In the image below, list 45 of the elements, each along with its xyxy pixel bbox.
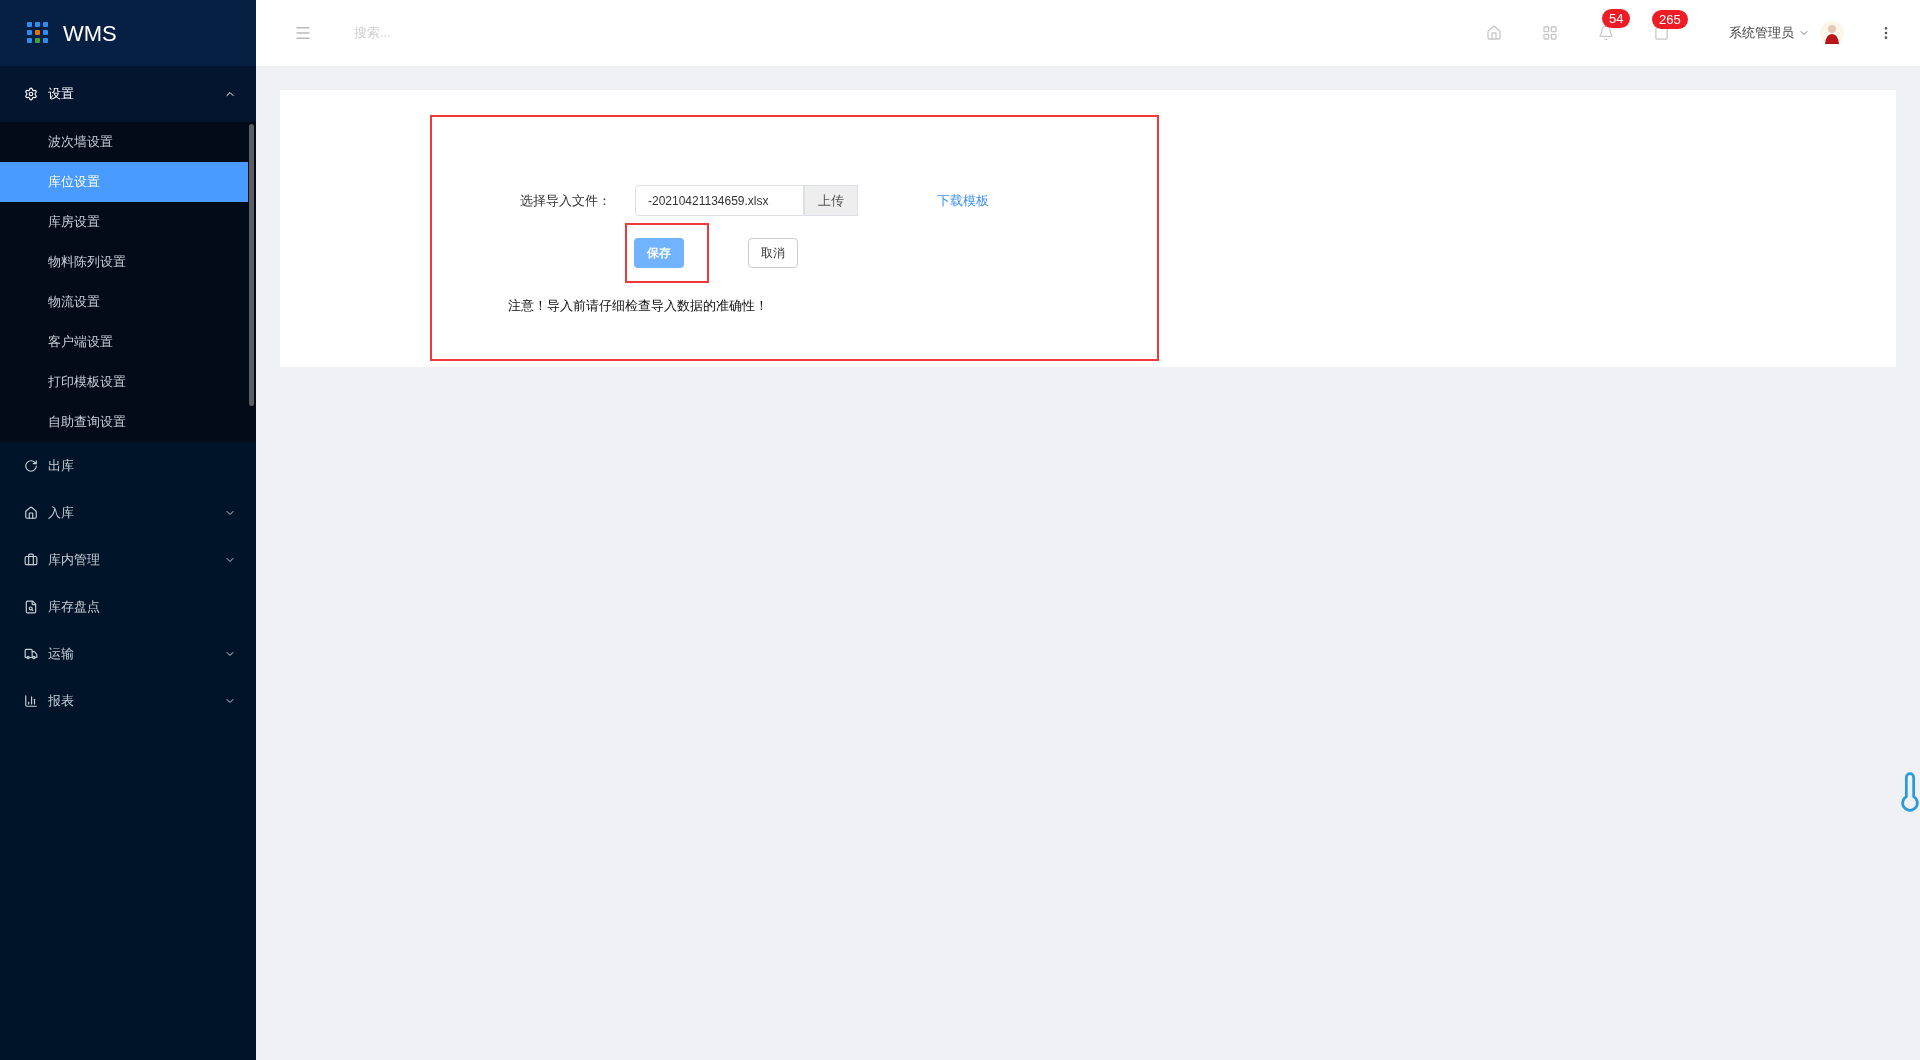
sidebar-item-label: 设置 [48, 85, 75, 104]
submenu-item[interactable]: 波次墙设置 [0, 122, 256, 162]
warning-note: 注意！导入前请仔细检查导入数据的准确性！ [508, 297, 769, 315]
sidebar-item-label: 出库 [48, 456, 75, 475]
bell-icon[interactable] [1598, 25, 1614, 41]
sidebar-item-label: 运输 [48, 644, 75, 663]
avatar-icon[interactable] [1820, 21, 1844, 45]
sidebar-item-label: 报表 [48, 691, 75, 710]
field-label: 选择导入文件： [520, 191, 612, 210]
submenu-item[interactable]: 物流设置 [0, 282, 256, 322]
sidebar-item[interactable]: 出库 [0, 442, 256, 489]
sidebar-item[interactable]: 库存盘点 [0, 583, 256, 630]
truck-icon [24, 646, 38, 661]
briefcase-icon [24, 552, 38, 567]
file-search-icon [24, 599, 38, 614]
sidebar-item[interactable]: 入库 [0, 489, 256, 536]
grid-logo-icon [27, 22, 49, 44]
submenu-item[interactable]: 客户端设置 [0, 322, 256, 362]
message-count: 265 [1652, 9, 1688, 29]
app-name: WMS [63, 19, 117, 48]
sidebar-item-label: 入库 [48, 503, 75, 522]
menu-icon[interactable] [294, 24, 312, 42]
settings-icon [24, 87, 38, 101]
sidebar-item[interactable]: 报表 [0, 677, 256, 724]
message-icon[interactable] [1654, 25, 1669, 41]
submenu-item[interactable]: 自助查询设置 [0, 402, 256, 442]
sidebar-item[interactable]: 设置 [0, 66, 256, 122]
cancel-button[interactable]: 取消 [748, 238, 798, 268]
sidebar-item[interactable]: 库内管理 [0, 536, 256, 583]
bar-chart-icon [24, 693, 38, 708]
upload-button[interactable]: 上传 [804, 185, 858, 216]
home-icon[interactable] [1486, 25, 1502, 41]
user-name[interactable]: 系统管理员 [1729, 23, 1794, 43]
file-input[interactable]: -20210421134659.xlsx [635, 185, 804, 216]
download-template-link[interactable]: 下载模板 [937, 190, 989, 211]
submenu-item[interactable]: 库房设置 [0, 202, 256, 242]
sidebar-item-label: 库内管理 [48, 550, 101, 569]
notification-count: 54 [1602, 9, 1631, 28]
sidebar-item[interactable]: 运输 [0, 630, 256, 677]
submenu-item[interactable]: 打印模板设置 [0, 362, 256, 402]
refresh-icon [24, 458, 38, 473]
house-icon [24, 505, 38, 520]
submenu-item[interactable]: 物料陈列设置 [0, 242, 256, 282]
grid-icon[interactable] [1542, 25, 1558, 41]
sidebar-item-label: 库存盘点 [48, 597, 101, 616]
